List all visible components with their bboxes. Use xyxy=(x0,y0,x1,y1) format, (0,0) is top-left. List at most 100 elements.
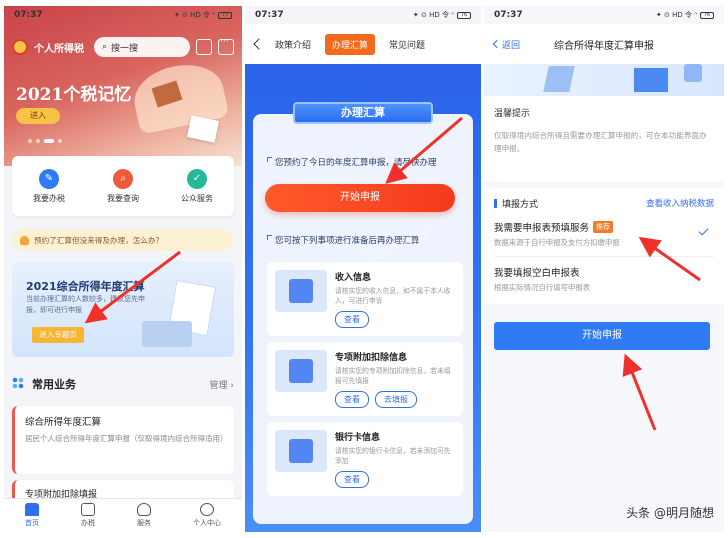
back-icon[interactable] xyxy=(253,38,265,50)
tab-label: 办税 xyxy=(81,519,95,527)
quick-actions: ✎ 我要办税 ⌕ 我要查询 ✓ 公众服务 xyxy=(12,156,234,216)
wallet-icon xyxy=(275,430,327,472)
search-box[interactable]: ⌕ 搜一搜 xyxy=(94,37,190,57)
tab-handle[interactable]: 办理汇算 xyxy=(325,33,376,55)
settlement-ribbon: 办理汇算 xyxy=(293,102,433,124)
option-title: 我需要申报表预填服务 推荐 xyxy=(494,220,714,234)
option-blank[interactable]: 我要填报空白申报表 根据实际情况自行填写申报表 xyxy=(494,256,714,301)
message-icon[interactable] xyxy=(218,37,234,55)
banner-enter-button[interactable]: 进入 xyxy=(16,108,60,124)
promo-desc: 当前办理汇算的人数较多，建议您先申报，即可进行申报 xyxy=(26,295,145,314)
clipboard-icon xyxy=(275,350,327,392)
document-icon xyxy=(81,503,95,516)
reservation-text: 您预约了今日的年度汇算申报，请尽快办理 xyxy=(275,158,437,168)
manage-link[interactable]: 管理 › xyxy=(210,378,234,391)
start-declare-button[interactable]: 开始申报 xyxy=(265,184,455,212)
manage-label: 管理 xyxy=(209,380,228,391)
tab-tax[interactable]: 办税 xyxy=(81,503,95,528)
tab-faq[interactable]: 常见问题 xyxy=(389,38,425,51)
tab-label: 服务 xyxy=(137,519,151,527)
prep-item-income: 收入信息 请核实您的收入信息，如不属于本人收入，可进行申诉 查看 xyxy=(267,262,463,336)
view-button[interactable]: 查看 xyxy=(335,471,369,488)
carousel-dot xyxy=(28,139,32,143)
view-income-data-link[interactable]: 查看收入纳税数据 xyxy=(646,197,714,209)
settlement-header: 政策介绍 办理汇算 常见问题 xyxy=(245,24,481,64)
option-label: 我要填报空白申报表 xyxy=(494,268,580,279)
corner-mark-icon xyxy=(267,157,272,162)
illustration-shape xyxy=(543,66,575,92)
fill-method-title: 填报方式 xyxy=(502,199,539,210)
quick-action-label: 我要办税 xyxy=(33,193,65,203)
quick-action-tax[interactable]: ✎ 我要办税 xyxy=(33,168,65,204)
tips-section: 温馨提示 仅取得境内综合所得且需要办理汇算申报的，可在本功能界面办理申报。 xyxy=(484,96,724,182)
annual-settlement-promo[interactable]: 2021综合所得年度汇算 当前办理汇算的人数较多，建议您先申报，即可进行申报 进… xyxy=(12,261,234,357)
banner-title: 2021个税记忆 xyxy=(16,85,132,105)
scan-icon[interactable] xyxy=(196,39,212,55)
notice-bar[interactable]: 预约了汇算但没来得及办理，怎么办？ xyxy=(12,229,234,251)
prep-item-deduction: 专项附加扣除信息 请核实您的专项附加扣除信息，若未填报可先填报 查看 去填报 xyxy=(267,342,463,416)
home-header: 个人所得税 ⌕ 搜一搜 xyxy=(4,34,242,60)
back-button[interactable]: 返回 xyxy=(492,38,521,51)
screen-home: 07:37 ✦ ⊙ HD 令 ⁿ 77 个人所得税 ⌕ 搜一搜 2021个税记忆… xyxy=(4,6,242,532)
bell-icon xyxy=(20,235,29,245)
carousel-dot xyxy=(58,139,62,143)
chevron-left-icon xyxy=(492,39,502,49)
tab-home[interactable]: 首页 xyxy=(25,503,39,528)
user-icon xyxy=(200,503,214,516)
view-button[interactable]: 查看 xyxy=(335,311,369,328)
status-bar: 07:37 ✦ ⊙ HD 令 ⁿ 76 xyxy=(245,6,481,24)
header-illustration xyxy=(484,64,724,96)
illustration-shape xyxy=(684,64,702,82)
back-label: 返回 xyxy=(502,40,521,51)
option-prefilled[interactable]: 我需要申报表预填服务 推荐 数据来源于自行申报及支付方扣缴申报 xyxy=(494,212,714,256)
view-button[interactable]: 查看 xyxy=(335,391,369,408)
quick-action-label: 公众服务 xyxy=(181,193,213,203)
status-time: 07:37 xyxy=(494,10,523,20)
search-placeholder: 搜一搜 xyxy=(111,43,139,54)
status-icon-group: ✦ ⊙ HD 令 ⁿ xyxy=(412,11,454,19)
prep-desc: 请核实您的专项附加扣除信息，若未填报可先填报 xyxy=(335,367,451,385)
quick-action-query[interactable]: ⌕ 我要查询 xyxy=(107,168,139,204)
tab-profile[interactable]: 个人中心 xyxy=(193,503,221,528)
status-bar: 07:37 ✦ ⊙ HD 令 ⁿ 77 xyxy=(4,6,242,24)
biz-title: 综合所得年度汇算 xyxy=(25,417,102,428)
prep-title: 银行卡信息 xyxy=(335,433,381,443)
status-time: 07:37 xyxy=(14,10,43,20)
fill-in-button[interactable]: 去填报 xyxy=(375,391,417,408)
app-title: 个人所得税 xyxy=(34,43,84,55)
start-declare-button[interactable]: 开始申报 xyxy=(494,322,710,350)
quick-action-service[interactable]: ✓ 公众服务 xyxy=(181,168,213,204)
shield-icon: ✓ xyxy=(187,168,207,189)
option-desc: 根据实际情况自行填写申报表 xyxy=(494,283,591,292)
reservation-notice: 您预约了今日的年度汇算申报，请尽快办理 xyxy=(267,156,467,168)
tab-label: 首页 xyxy=(25,519,39,527)
prep-item-bankcard: 银行卡信息 请核实您的银行卡信息，若未添加可先添加 查看 xyxy=(267,422,463,496)
status-icons: ✦ ⊙ HD 令 ⁿ 76 xyxy=(413,10,471,20)
carousel-dot-active xyxy=(44,139,54,143)
tab-service[interactable]: 服务 xyxy=(137,503,151,528)
tab-policy[interactable]: 政策介绍 xyxy=(275,38,311,51)
heart-icon xyxy=(137,503,151,516)
status-icons: ✦ ⊙ HD 令 ⁿ 76 xyxy=(656,10,714,20)
home-icon xyxy=(25,503,39,516)
grid-icon xyxy=(12,377,24,389)
status-icon-group: ✦ ⊙ HD 令 ⁿ xyxy=(655,11,697,19)
corner-mark-icon xyxy=(267,235,272,240)
option-label: 我需要申报表预填服务 xyxy=(494,223,590,234)
enter-topic-button[interactable]: 进入专题页 xyxy=(32,327,84,343)
status-icons: ✦ ⊙ HD 令 ⁿ 77 xyxy=(174,10,232,20)
common-services-header: 常用业务 管理 › xyxy=(12,376,234,392)
biz-card-annual[interactable]: 综合所得年度汇算 居民个人综合所得年度汇算申报（仅取得境内综合所得适用） xyxy=(12,406,234,474)
quick-action-label: 我要查询 xyxy=(107,193,139,203)
prep-title: 专项附加扣除信息 xyxy=(335,353,408,363)
status-bar: 07:37 ✦ ⊙ HD 令 ⁿ 76 xyxy=(484,6,724,24)
tab-label: 个人中心 xyxy=(193,519,221,527)
carousel-dot xyxy=(36,139,40,143)
pencil-icon: ✎ xyxy=(39,168,59,189)
biz-desc: 居民个人综合所得年度汇算申报（仅取得境内综合所得适用） xyxy=(25,434,228,443)
section-title: 常用业务 xyxy=(32,378,76,391)
option-title: 我要填报空白申报表 xyxy=(494,265,714,279)
promo-title: 2021综合所得年度汇算 xyxy=(26,280,145,293)
bottom-tab-bar: 首页 办税 服务 个人中心 xyxy=(4,498,242,532)
tips-title: 温馨提示 xyxy=(494,109,531,119)
